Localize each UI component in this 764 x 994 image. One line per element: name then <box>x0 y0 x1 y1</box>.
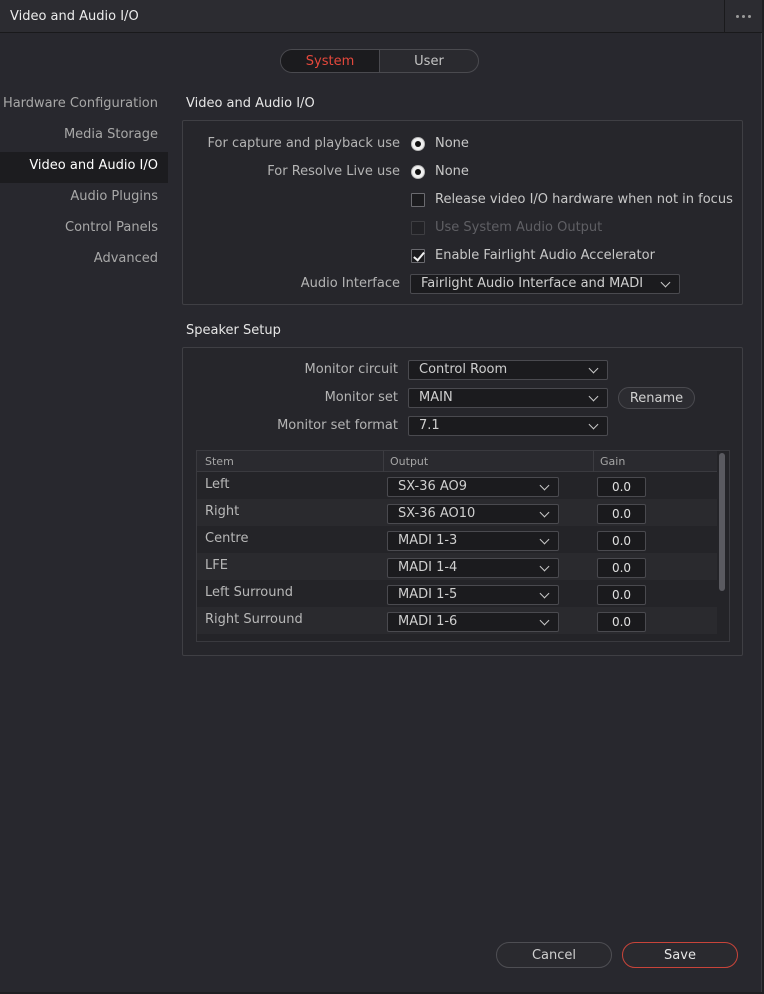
system-user-toggle: System User <box>280 49 479 73</box>
speaker-section-title: Speaker Setup <box>186 323 281 338</box>
header-output: Output <box>390 455 429 468</box>
tab-user[interactable]: User <box>380 50 478 72</box>
chevron-down-icon <box>588 419 599 430</box>
header-stem: Stem <box>205 455 234 468</box>
table-row: LFE MADI 1-4 0.0 <box>197 553 717 580</box>
table-header: Stem Output Gain <box>197 451 717 472</box>
cancel-button[interactable]: Cancel <box>496 942 612 968</box>
stem-name: LFE <box>205 558 228 573</box>
gain-field[interactable]: 0.0 <box>597 558 646 578</box>
audio-interface-label: Audio Interface <box>300 276 400 291</box>
monitor-set-dropdown[interactable]: MAIN <box>408 388 608 408</box>
chevron-down-icon <box>539 507 550 518</box>
system-audio-checkbox[interactable] <box>411 221 425 235</box>
stem-name: Right Surround <box>205 612 303 627</box>
stem-name: Right <box>205 504 240 519</box>
monitor-set-value: MAIN <box>419 390 453 405</box>
output-value: SX-36 AO9 <box>398 479 468 494</box>
gain-field[interactable]: 0.0 <box>597 585 646 605</box>
sidebar-item-hardware-configuration[interactable]: Hardware Configuration <box>0 90 168 121</box>
audio-interface-value: Fairlight Audio Interface and MADI <box>421 276 644 291</box>
gain-field[interactable]: 0.0 <box>597 477 646 497</box>
monitor-circuit-label: Monitor circuit <box>304 362 398 377</box>
sidebar-item-control-panels[interactable]: Control Panels <box>0 214 168 245</box>
output-dropdown[interactable]: MADI 1-4 <box>387 558 559 578</box>
chevron-down-icon <box>539 480 550 491</box>
sidebar-item-media-storage[interactable]: Media Storage <box>0 121 168 152</box>
table-row: Left SX-36 AO9 0.0 <box>197 472 717 499</box>
gain-field[interactable]: 0.0 <box>597 531 646 551</box>
sidebar-item-video-audio-io[interactable]: Video and Audio I/O <box>0 152 168 183</box>
chevron-down-icon <box>539 534 550 545</box>
more-dot <box>742 15 745 18</box>
table-row: Right Surround MADI 1-6 0.0 <box>197 607 717 634</box>
sidebar-nav: Hardware Configuration Media Storage Vid… <box>0 90 168 276</box>
gain-field[interactable]: 0.0 <box>597 612 646 632</box>
capture-radio[interactable] <box>411 137 425 151</box>
fairlight-accelerator-checkbox[interactable] <box>411 249 425 263</box>
capture-label: For capture and playback use <box>207 136 401 151</box>
output-value: MADI 1-3 <box>398 533 458 548</box>
more-options-button[interactable] <box>724 0 762 33</box>
output-value: MADI 1-6 <box>398 614 458 629</box>
system-audio-label: Use System Audio Output <box>435 220 603 235</box>
window-title: Video and Audio I/O <box>10 9 139 24</box>
output-value: MADI 1-5 <box>398 587 458 602</box>
monitor-set-label: Monitor set <box>324 390 398 405</box>
stem-name: Centre <box>205 531 249 546</box>
chevron-down-icon <box>539 561 550 572</box>
output-dropdown[interactable]: SX-36 AO9 <box>387 477 559 497</box>
capture-value: None <box>435 136 469 151</box>
column-divider[interactable] <box>383 451 384 472</box>
io-group: For capture and playback use None For Re… <box>182 120 743 305</box>
tab-system[interactable]: System <box>281 50 380 72</box>
table-row: Centre MADI 1-3 0.0 <box>197 526 717 553</box>
more-horizontal-icon <box>736 15 739 18</box>
monitor-format-dropdown[interactable]: 7.1 <box>408 416 608 436</box>
sidebar-item-advanced[interactable]: Advanced <box>0 245 168 276</box>
table-row: Left Surround MADI 1-5 0.0 <box>197 580 717 607</box>
table-row: Right SX-36 AO10 0.0 <box>197 499 717 526</box>
title-bar: Video and Audio I/O <box>0 0 762 33</box>
chevron-down-icon <box>539 588 550 599</box>
stem-name: Left <box>205 477 230 492</box>
header-gain: Gain <box>600 455 626 468</box>
io-section-title: Video and Audio I/O <box>186 96 315 111</box>
live-radio[interactable] <box>411 165 425 179</box>
save-button[interactable]: Save <box>622 942 738 968</box>
live-label: For Resolve Live use <box>267 164 400 179</box>
stem-name: Left Surround <box>205 585 293 600</box>
table-scrollbar[interactable] <box>719 453 725 591</box>
chevron-down-icon <box>660 277 671 288</box>
rename-button[interactable]: Rename <box>618 387 695 409</box>
release-io-checkbox[interactable] <box>411 193 425 207</box>
output-value: SX-36 AO10 <box>398 506 476 521</box>
sidebar-item-audio-plugins[interactable]: Audio Plugins <box>0 183 168 214</box>
output-value: MADI 1-4 <box>398 560 458 575</box>
monitor-format-value: 7.1 <box>419 418 440 433</box>
audio-interface-dropdown[interactable]: Fairlight Audio Interface and MADI <box>410 274 680 294</box>
monitor-format-label: Monitor set format <box>277 418 398 433</box>
live-value: None <box>435 164 469 179</box>
monitor-circuit-value: Control Room <box>419 362 508 377</box>
column-divider[interactable] <box>593 451 594 472</box>
release-io-label: Release video I/O hardware when not in f… <box>435 192 733 207</box>
monitor-circuit-dropdown[interactable]: Control Room <box>408 360 608 380</box>
output-dropdown[interactable]: MADI 1-3 <box>387 531 559 551</box>
more-dot <box>748 15 751 18</box>
output-dropdown[interactable]: MADI 1-6 <box>387 612 559 632</box>
gain-field[interactable]: 0.0 <box>597 504 646 524</box>
output-dropdown[interactable]: SX-36 AO10 <box>387 504 559 524</box>
chevron-down-icon <box>588 391 599 402</box>
chevron-down-icon <box>588 363 599 374</box>
fairlight-accelerator-label: Enable Fairlight Audio Accelerator <box>435 248 655 263</box>
preferences-window: Video and Audio I/O System User Hardware… <box>0 0 762 992</box>
chevron-down-icon <box>539 615 550 626</box>
output-dropdown[interactable]: MADI 1-5 <box>387 585 559 605</box>
stem-output-table: Stem Output Gain Left SX-36 AO9 0.0 Righ… <box>196 450 730 642</box>
